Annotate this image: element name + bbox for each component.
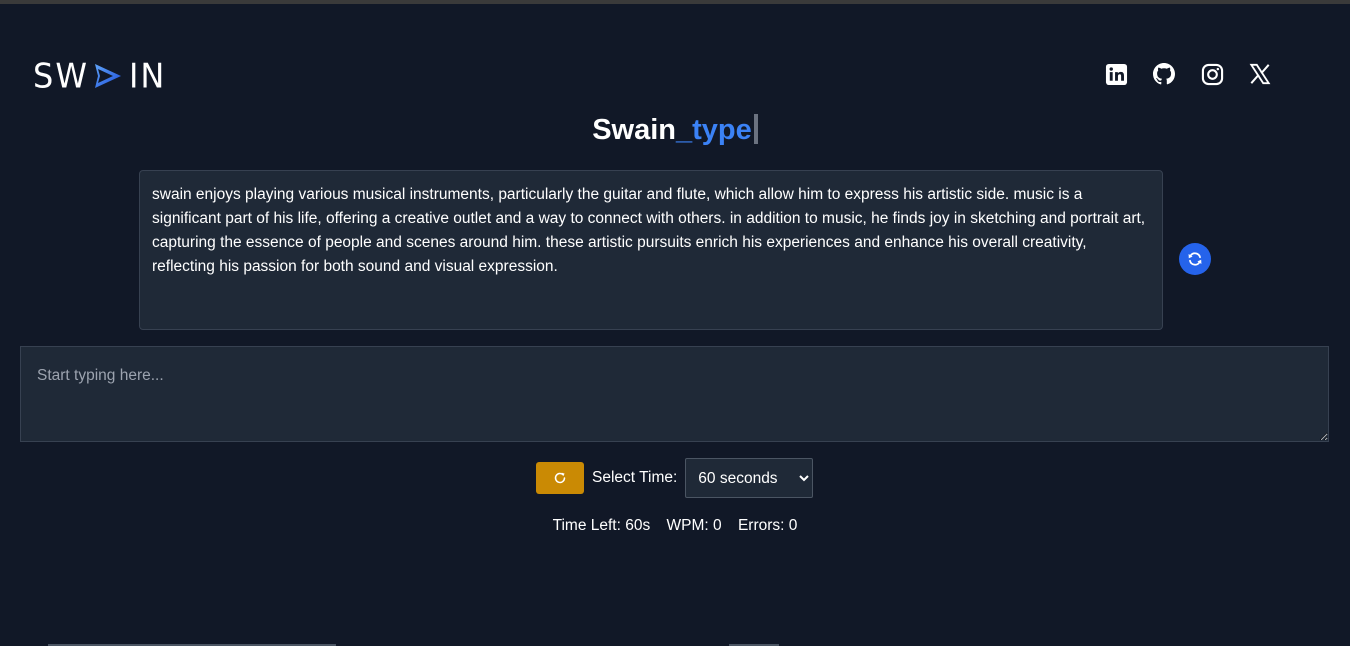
title-caret (753, 114, 758, 144)
select-time-label: Select Time: (592, 469, 678, 486)
title-part-swain: Swain (592, 114, 677, 146)
passage-text: swain enjoys playing various musical ins… (139, 170, 1163, 330)
window-top-border (0, 0, 1350, 4)
social-links (1104, 62, 1272, 86)
logo-text-right: IN (128, 56, 167, 96)
time-select[interactable]: 60 seconds (685, 458, 814, 498)
restart-icon (554, 472, 566, 484)
title-part-type: _type (676, 114, 752, 146)
github-icon[interactable] (1152, 62, 1176, 86)
wpm-stat: WPM: 0 (666, 517, 722, 534)
stats-bar: Time Left: 60s WPM: 0 Errors: 0 (0, 517, 1350, 535)
page-title: Swain_type (0, 110, 1350, 150)
typing-input[interactable] (20, 346, 1329, 442)
new-passage-button[interactable] (1179, 243, 1211, 275)
logo-arrow-icon (94, 64, 121, 88)
time-left-stat: Time Left: 60s (552, 517, 651, 534)
x-icon[interactable] (1248, 62, 1272, 86)
logo-text-left: SW (33, 56, 89, 96)
linkedin-icon[interactable] (1104, 62, 1128, 86)
controls-bar: Select Time: 60 seconds (536, 458, 814, 498)
errors-stat: Errors: 0 (737, 517, 798, 534)
instagram-icon[interactable] (1200, 62, 1224, 86)
restart-button[interactable] (536, 462, 584, 494)
refresh-icon (1188, 252, 1202, 266)
logo[interactable]: SW IN (33, 56, 167, 96)
